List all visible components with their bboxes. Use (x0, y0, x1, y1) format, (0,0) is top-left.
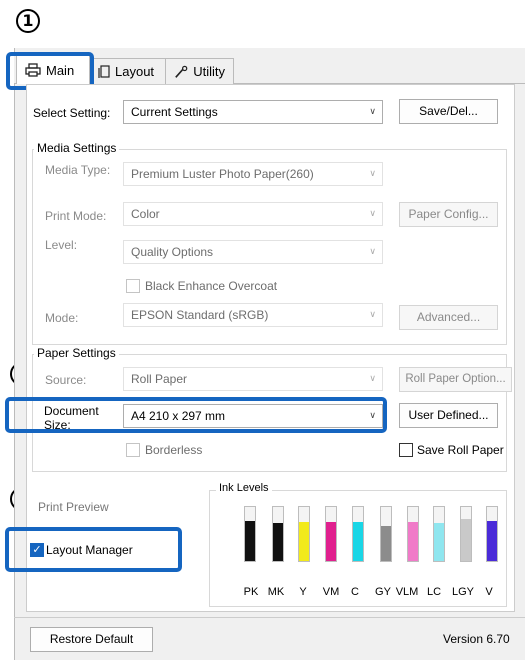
tab-utility-label: Utility (193, 64, 225, 79)
ink-level-fill-gy (381, 525, 391, 561)
ink-label-mk: MK (267, 586, 285, 598)
ink-level-bar-v (486, 506, 498, 562)
tab-layout[interactable]: Layout (90, 58, 166, 84)
ink-level-bar-lc (433, 506, 445, 562)
ink-label-y: Y (299, 586, 307, 598)
save-roll-paper-label: Save Roll Paper (417, 443, 504, 457)
ink-label-v: V (485, 586, 493, 598)
source-dropdown[interactable]: Roll Paper ∨ (123, 367, 383, 391)
page-layout-icon (98, 64, 110, 78)
ink-level-bar-pk (244, 506, 256, 562)
level-dropdown[interactable]: Quality Options ∨ (123, 240, 383, 264)
mode-value: EPSON Standard (sRGB) (131, 308, 269, 322)
black-enhance-overcoat-checkbox[interactable] (126, 279, 140, 293)
advanced-button[interactable]: Advanced... (399, 305, 498, 330)
tab-utility[interactable]: Utility (166, 58, 234, 84)
black-enhance-overcoat-label: Black Enhance Overcoat (145, 279, 278, 293)
restore-default-button[interactable]: Restore Default (30, 627, 153, 652)
print-mode-dropdown[interactable]: Color ∨ (123, 202, 383, 226)
ink-level-fill-c (353, 522, 363, 561)
ink-level-bar-gy (380, 506, 392, 562)
ink-level-bar-vm (325, 506, 337, 562)
roll-paper-option-button[interactable]: Roll Paper Option... (399, 367, 512, 392)
print-mode-value: Color (131, 207, 160, 221)
chevron-down-icon: ∨ (369, 309, 376, 319)
select-setting-label: Select Setting: (33, 106, 111, 120)
user-defined-button[interactable]: User Defined... (399, 403, 498, 428)
wrench-icon (175, 65, 188, 78)
ink-level-fill-v (487, 521, 497, 561)
tab-layout-label: Layout (115, 64, 155, 79)
select-setting-dropdown[interactable]: Current Settings ∨ (123, 100, 383, 124)
print-preview-label: Print Preview (38, 500, 109, 514)
level-value: Quality Options (131, 245, 214, 259)
chevron-down-icon: ∨ (369, 246, 376, 256)
borderless-checkbox[interactable] (126, 443, 140, 457)
media-type-value: Premium Luster Photo Paper(260) (131, 167, 314, 181)
ink-level-fill-lgy (461, 518, 471, 561)
ink-level-bar-lgy (460, 506, 472, 562)
chevron-down-icon: ∨ (369, 208, 376, 218)
media-type-label: Media Type: (45, 163, 111, 177)
paper-settings-title: Paper Settings (34, 346, 119, 360)
ink-label-vlm: VLM (395, 586, 419, 598)
highlight-document-size (5, 397, 387, 433)
ink-level-fill-mk (273, 523, 283, 561)
media-settings-title: Media Settings (34, 141, 120, 155)
ink-level-fill-pk (245, 520, 255, 561)
ink-level-fill-vm (326, 522, 336, 561)
ink-level-bar-c (352, 506, 364, 562)
footer-divider (14, 617, 525, 618)
source-label: Source: (45, 373, 87, 387)
ink-level-bar-y (298, 506, 310, 562)
mode-dropdown[interactable]: EPSON Standard (sRGB) ∨ (123, 303, 383, 327)
step-marker-1: 1 (16, 9, 40, 33)
ink-label-lc: LC (426, 586, 442, 598)
media-type-dropdown[interactable]: Premium Luster Photo Paper(260) ∨ (123, 162, 383, 186)
level-label: Level: (45, 238, 78, 252)
ink-levels-title: Ink Levels (216, 482, 272, 494)
ink-level-fill-lc (434, 523, 444, 561)
paper-config-button[interactable]: Paper Config... (399, 202, 498, 227)
save-roll-paper-checkbox[interactable] (399, 443, 413, 457)
borderless-label: Borderless (145, 443, 203, 457)
ink-level-bar-mk (272, 506, 284, 562)
source-value: Roll Paper (131, 372, 188, 386)
mode-label: Mode: (45, 311, 79, 325)
select-setting-value: Current Settings (131, 105, 218, 119)
ink-label-c: C (351, 586, 359, 598)
print-mode-label: Print Mode: (45, 209, 107, 223)
chevron-down-icon: ∨ (369, 373, 376, 383)
chevron-down-icon: ∨ (369, 168, 376, 178)
ink-level-fill-vlm (408, 522, 418, 561)
highlight-layout-manager (5, 527, 182, 572)
ink-level-bar-vlm (407, 506, 419, 562)
chevron-down-icon: ∨ (369, 106, 376, 116)
save-del-button[interactable]: Save/Del... (399, 99, 498, 124)
driver-version: Version 6.70 (443, 632, 510, 646)
ink-level-fill-y (299, 522, 309, 561)
